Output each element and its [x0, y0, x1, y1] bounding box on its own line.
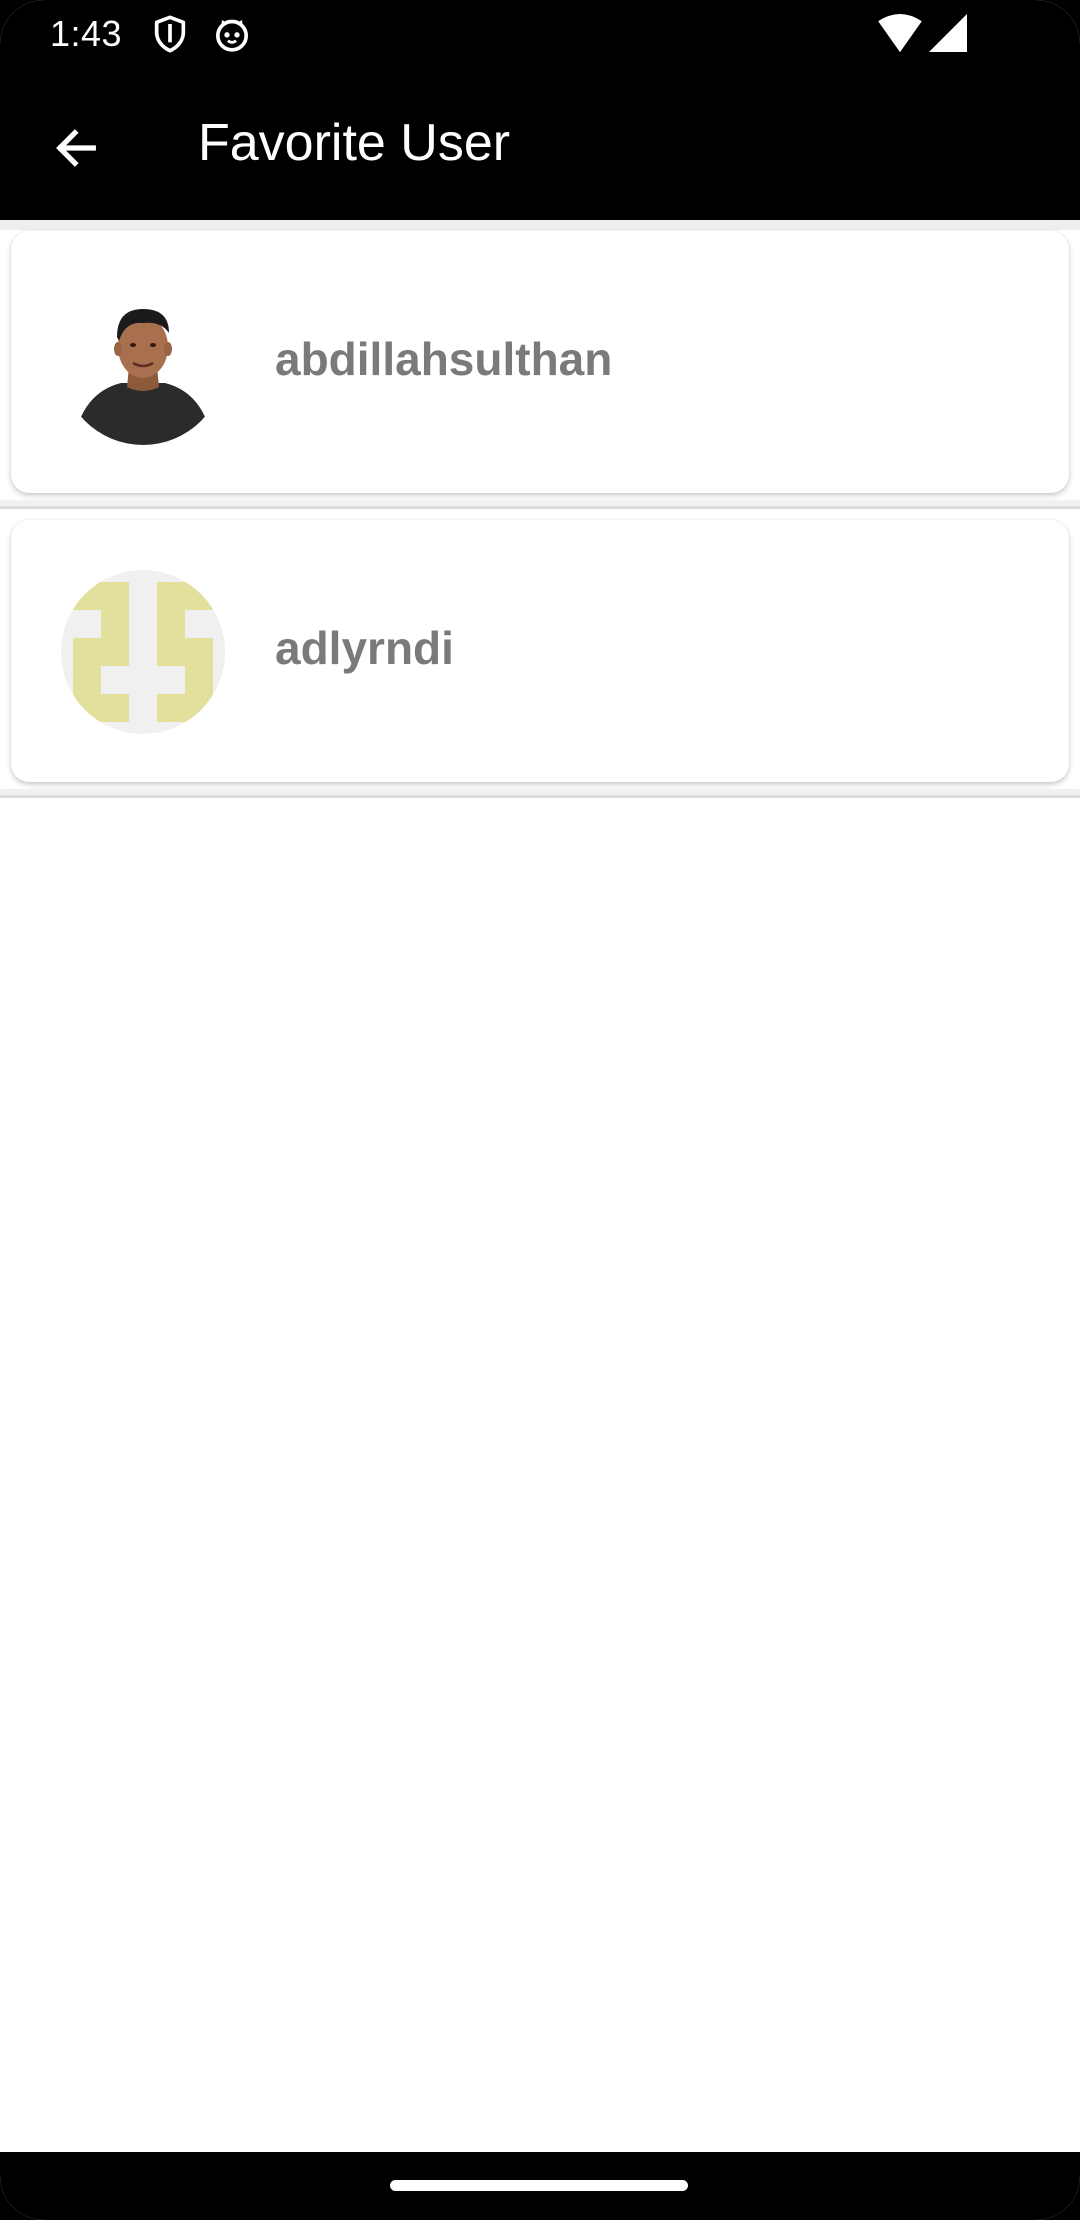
divider: [0, 795, 1080, 798]
avatar: [61, 570, 225, 734]
favorite-user-list: abdillahsulthan adlyrndi: [0, 220, 1080, 2152]
shield-icon: [150, 14, 190, 54]
wifi-icon: [878, 14, 922, 54]
phone-screen: 1:43 Favorite User abdillahsulthan adlyr…: [0, 0, 1080, 2220]
page-title: Favorite User: [198, 114, 511, 172]
status-bar: 1:43: [0, 0, 1080, 68]
username: adlyrndi: [275, 622, 454, 674]
avatar: [61, 281, 225, 445]
navigation-bar: [0, 2152, 1080, 2220]
list-item: abdillahsulthan: [0, 220, 1080, 509]
user-card[interactable]: adlyrndi: [11, 520, 1069, 782]
cellular-signal-icon: [928, 14, 968, 52]
cat-face-icon: [212, 14, 252, 54]
app-bar: Favorite User: [0, 68, 1080, 220]
username: abdillahsulthan: [275, 333, 613, 385]
list-item: adlyrndi: [0, 509, 1080, 798]
arrow-left-icon: [50, 122, 102, 174]
user-card[interactable]: abdillahsulthan: [11, 231, 1069, 493]
back-button[interactable]: [36, 108, 116, 188]
status-time: 1:43: [50, 13, 123, 54]
home-indicator[interactable]: [390, 2180, 688, 2191]
